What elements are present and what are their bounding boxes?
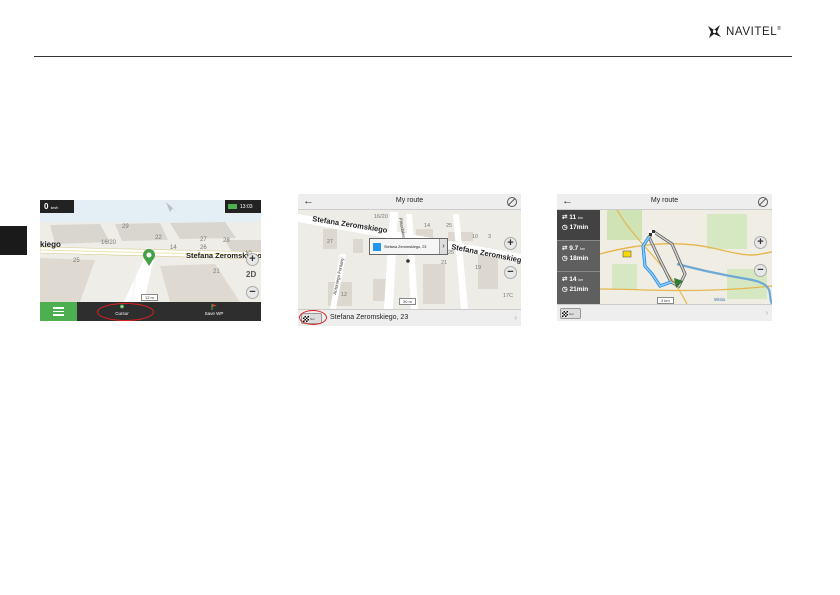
map-scale: 12 m <box>141 294 158 301</box>
destination-address: Stefana Zeromskiego, 23 <box>330 314 409 321</box>
chevron-right-icon[interactable]: › <box>514 313 517 322</box>
route-options-screen: Wisla ← My route ⇄ 11 km ◷ 17min ⇄ 9.7 k… <box>557 194 772 321</box>
navitel-logo-icon <box>708 25 721 38</box>
house-number: 16/20 <box>374 214 388 220</box>
route-address-screen: Stefana Zeromskiego Stefana Zeromskiego … <box>298 194 521 326</box>
route-option[interactable]: ⇄ 9.7 km ◷ 18min <box>557 241 600 272</box>
zoom-in-button[interactable]: + <box>504 237 517 250</box>
house-number: 28 <box>223 238 230 244</box>
house-number: 3 <box>488 234 491 240</box>
route-header: ← My route <box>298 194 521 210</box>
header-rule <box>34 56 792 57</box>
house-number: 12 <box>341 292 347 298</box>
view-2d-button[interactable]: 2D <box>246 270 256 279</box>
house-icon <box>373 242 381 251</box>
navitel-logo: NAVITEL® <box>706 24 782 39</box>
menu-button[interactable] <box>40 302 77 321</box>
zoom-out-button[interactable]: − <box>246 286 259 299</box>
destination-point <box>406 259 410 263</box>
route-footer: Go! Stefana Zeromskiego, 23 › <box>298 309 521 326</box>
house-number: 29 <box>122 224 129 230</box>
battery-icon <box>228 204 237 209</box>
house-number: 21 <box>441 260 447 266</box>
route-option[interactable]: ⇄ 14 km ◷ 21min <box>557 272 600 303</box>
house-number: 27 <box>200 237 207 243</box>
page-title: My route <box>395 197 424 204</box>
start-flag-icon <box>649 230 655 236</box>
house-number: 17C <box>503 293 513 299</box>
popup-address: Stefana Zeromskiego, 23 <box>384 244 427 249</box>
house-number: 22 <box>155 235 162 241</box>
zoom-in-button[interactable]: + <box>246 253 259 266</box>
chevron-right-icon[interactable]: › <box>439 239 447 254</box>
waypoint-flag-icon <box>211 304 217 310</box>
map-scale: 3 km <box>657 297 674 304</box>
save-waypoint-button[interactable]: Save WP <box>190 304 238 320</box>
go-button[interactable]: Go! <box>560 308 581 319</box>
house-number: 10 <box>472 234 478 240</box>
house-number: 27 <box>327 239 333 245</box>
river-label: Wisla <box>714 297 725 302</box>
route-header: ← My route <box>557 194 772 210</box>
brand-name: NAVITEL® <box>726 25 782 38</box>
route-options-panel: ⇄ 11 km ◷ 17min ⇄ 9.7 km ◷ 18min ⇄ 14 km… <box>557 210 600 304</box>
route-footer: Go! › <box>557 304 772 321</box>
route-off-icon[interactable] <box>758 197 768 207</box>
highlight-circle <box>299 310 327 325</box>
house-number: 16/20 <box>101 240 117 246</box>
house-number: 26 <box>200 245 207 251</box>
route-option[interactable]: ⇄ 11 km ◷ 17min <box>557 210 600 241</box>
status-clock: 13:03 <box>225 200 261 213</box>
chevron-right-icon[interactable]: › <box>765 308 768 317</box>
page-title: My route <box>650 197 679 204</box>
route-map[interactable]: Stefana Zeromskiego Stefana Zeromskiego … <box>298 194 521 326</box>
street-label: kiego <box>40 240 61 249</box>
zoom-out-button[interactable]: − <box>504 266 517 279</box>
checkered-flag-icon <box>562 310 568 317</box>
side-tab <box>0 226 27 255</box>
navigation-screen: kiego Stefana Zeromskiego 29 22 16/20 14… <box>40 200 261 321</box>
address-popup[interactable]: Stefana Zeromskiego, 23 › <box>369 238 448 255</box>
house-number: 25 <box>73 258 80 264</box>
house-number: 25 <box>448 250 454 256</box>
route-off-icon[interactable] <box>507 197 517 207</box>
house-number: 14 <box>170 245 177 251</box>
house-number: 14 <box>424 223 430 229</box>
house-number: 21 <box>213 269 220 275</box>
zoom-out-button[interactable]: − <box>754 264 767 277</box>
house-number: 19 <box>475 265 481 271</box>
speedometer: 0 km/h <box>40 200 74 213</box>
map-scale: 30 m <box>399 298 416 305</box>
highlight-circle <box>97 303 154 321</box>
zoom-in-button[interactable]: + <box>754 236 767 249</box>
house-number: 25 <box>446 223 452 229</box>
